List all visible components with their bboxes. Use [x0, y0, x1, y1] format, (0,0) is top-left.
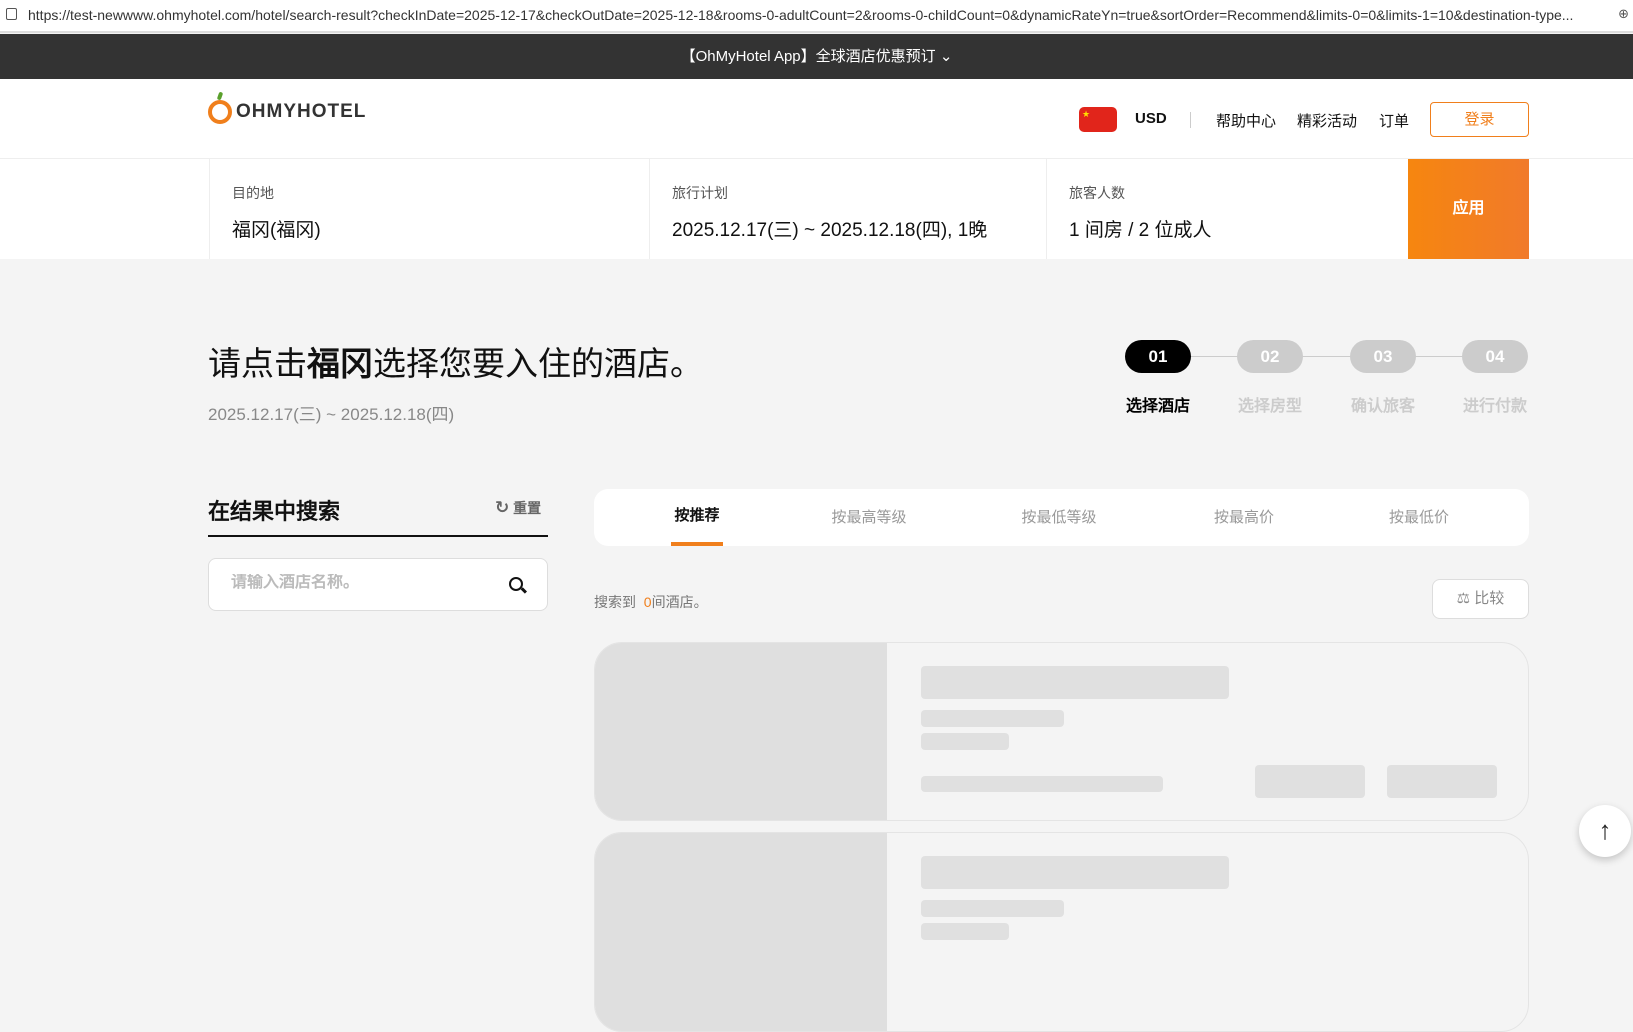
compare-button[interactable]: ⚖ 比较 [1432, 579, 1529, 619]
title-prefix: 请点击 [208, 345, 307, 382]
banner-text: 【OhMyHotel App】全球酒店优惠预订 [680, 48, 936, 65]
skeleton-bar [1387, 765, 1497, 798]
divider [1190, 112, 1191, 128]
step-3-badge: 03 [1350, 340, 1416, 373]
step-1-label: 选择酒店 [1125, 398, 1190, 415]
hotel-card-skeleton [594, 642, 1529, 821]
apply-button[interactable]: 应用 [1408, 159, 1529, 259]
hotel-name-input[interactable] [231, 574, 491, 592]
destination-value: 福冈(福冈) [232, 220, 321, 241]
address-bar[interactable]: https://test-newwww.ohmyhotel.com/hotel/… [0, 0, 1633, 33]
compare-label: 比较 [1474, 590, 1505, 607]
step-3-label: 确认旅客 [1350, 398, 1415, 415]
nav-promotions[interactable]: 精彩活动 [1297, 110, 1357, 131]
tab-lowest-price[interactable]: 按最低价 [1374, 489, 1464, 546]
login-button[interactable]: 登录 [1430, 102, 1529, 137]
step-4-label: 进行付款 [1462, 398, 1527, 415]
skeleton-bar [1255, 765, 1365, 798]
lock-icon [6, 8, 17, 20]
reset-label: 重置 [513, 500, 542, 516]
app-banner[interactable]: 【OhMyHotel App】全球酒店优惠预订 ⌄ [0, 34, 1633, 79]
result-count: 搜索到 0间酒店。 [594, 592, 708, 612]
count-suffix: 间酒店。 [651, 594, 708, 610]
skeleton-bar [921, 856, 1229, 889]
guests-field[interactable]: 旅客人数 1 间房 / 2 位成人 [1046, 159, 1408, 259]
chevron-down-icon: ⌄ [939, 48, 953, 65]
stay-dates: 2025.12.17(三) ~ 2025.12.18(四) [208, 405, 455, 424]
nav-orders[interactable]: 订单 [1379, 110, 1409, 131]
sidebar-title: 在结果中搜索 [208, 499, 341, 524]
logo-icon [208, 100, 232, 124]
search-icon[interactable] [509, 577, 523, 591]
title-city: 福冈 [307, 345, 373, 382]
china-flag-icon[interactable]: ★ [1079, 107, 1117, 132]
skeleton-bar [921, 710, 1064, 727]
zoom-icon[interactable]: ⊕ [1618, 6, 1629, 22]
skeleton-bar [921, 776, 1163, 792]
url-text: https://test-newwww.ohmyhotel.com/hotel/… [28, 7, 1574, 23]
title-suffix: 选择您要入住的酒店。 [373, 345, 703, 382]
tab-recommend[interactable]: 按推荐 [671, 489, 723, 546]
sort-tabs: 按推荐 按最高等级 按最低等级 按最高价 按最低价 [594, 489, 1529, 546]
page-title: 请点击福冈选择您要入住的酒店。 [208, 337, 703, 385]
travel-plan-field[interactable]: 旅行计划 2025.12.17(三) ~ 2025.12.18(四), 1晚 [649, 159, 1046, 259]
hotel-card-skeleton [594, 832, 1529, 1032]
nav-help-center[interactable]: 帮助中心 [1216, 110, 1276, 131]
travel-plan-value: 2025.12.17(三) ~ 2025.12.18(四), 1晚 [672, 220, 988, 241]
step-2-badge: 02 [1237, 340, 1303, 373]
destination-label: 目的地 [232, 185, 274, 201]
step-1-badge: 01 [1125, 340, 1191, 373]
hotel-search-box[interactable] [208, 558, 548, 611]
travel-plan-label: 旅行计划 [672, 185, 728, 201]
currency-selector[interactable]: USD [1135, 110, 1167, 127]
reset-button[interactable]: ↻ 重置 [495, 498, 541, 518]
count-prefix: 搜索到 [594, 594, 636, 610]
guests-value: 1 间房 / 2 位成人 [1069, 220, 1212, 241]
tab-highest-price[interactable]: 按最高价 [1199, 489, 1289, 546]
scroll-to-top-button[interactable]: ↑ [1579, 805, 1631, 857]
count-number: 0 [643, 594, 652, 610]
arrow-up-icon: ↑ [1598, 815, 1612, 845]
scale-icon: ⚖ [1456, 590, 1471, 607]
guests-label: 旅客人数 [1069, 185, 1125, 201]
skeleton-bar [921, 923, 1009, 940]
logo[interactable]: OHMYHOTEL [208, 100, 366, 124]
skeleton-bar [921, 900, 1064, 917]
image-placeholder [595, 833, 887, 1031]
tab-highest-grade[interactable]: 按最高等级 [819, 489, 919, 546]
image-placeholder [595, 643, 887, 820]
logo-text: OHMYHOTEL [236, 101, 367, 122]
tab-lowest-grade[interactable]: 按最低等级 [1009, 489, 1109, 546]
step-2-label: 选择房型 [1237, 398, 1302, 415]
skeleton-bar [921, 733, 1009, 750]
divider [208, 535, 548, 537]
refresh-icon: ↻ [495, 498, 510, 517]
skeleton-bar [921, 666, 1229, 699]
step-4-badge: 04 [1462, 340, 1528, 373]
destination-field[interactable]: 目的地 福冈(福冈) [209, 159, 649, 259]
